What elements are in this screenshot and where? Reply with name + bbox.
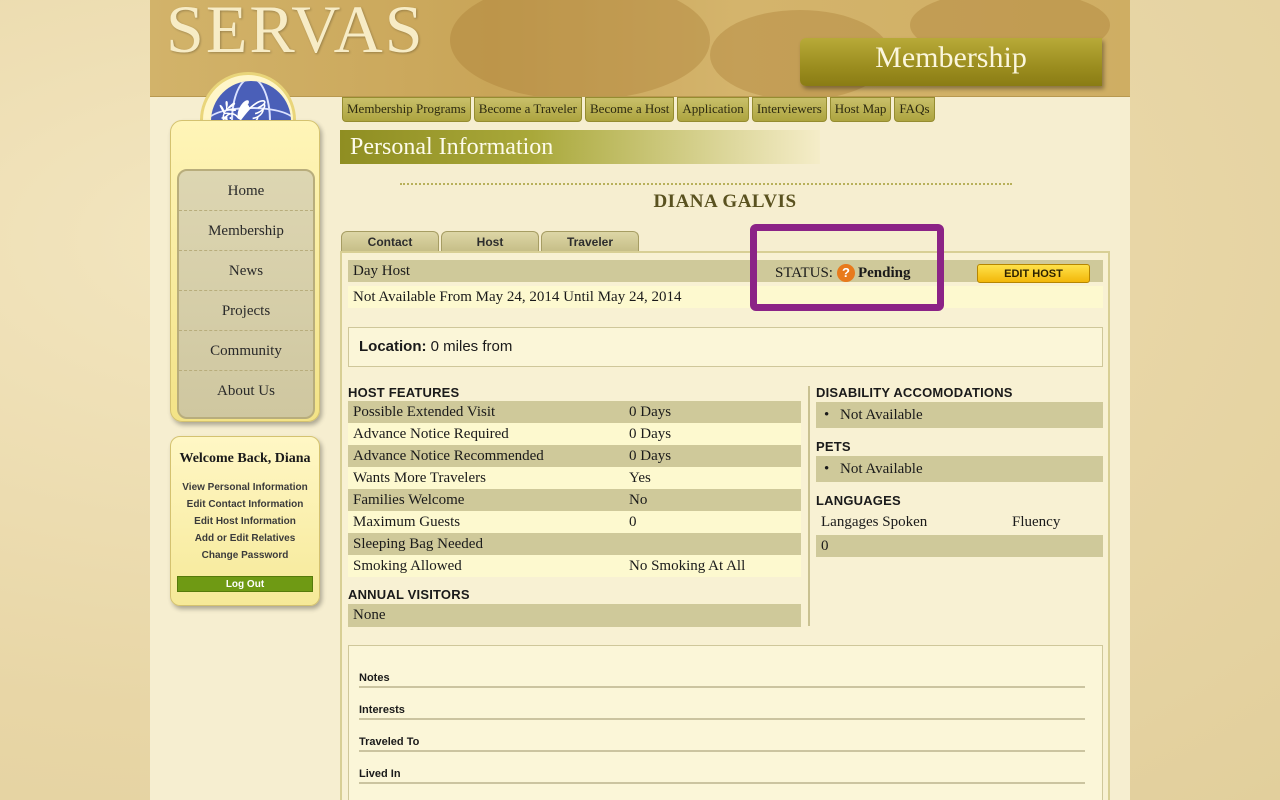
side-nav: Home Membership News Projects Community … bbox=[170, 120, 320, 422]
feature-row: Advance Notice Required 0 Days bbox=[348, 423, 801, 445]
feature-row: Advance Notice Recommended 0 Days bbox=[348, 445, 801, 467]
welcome-panel: Welcome Back, Diana View Personal Inform… bbox=[170, 436, 320, 606]
languages-heading: LANGUAGES bbox=[816, 493, 901, 508]
location-label: Location: bbox=[359, 338, 427, 355]
availability-row: Not Available From May 24, 2014 Until Ma… bbox=[348, 286, 1103, 308]
location-value: 0 miles from bbox=[430, 338, 513, 355]
side-nav-list: Home Membership News Projects Community … bbox=[177, 169, 315, 419]
pets-heading: PETS bbox=[816, 439, 851, 454]
edit-host-button[interactable]: EDIT HOST bbox=[977, 264, 1090, 283]
feature-row: Maximum Guests 0 bbox=[348, 511, 801, 533]
interests-heading: Interests bbox=[359, 704, 1085, 720]
feature-row: Sleeping Bag Needed bbox=[348, 533, 801, 555]
side-nav-home[interactable]: Home bbox=[179, 171, 313, 211]
view-personal-info-link[interactable]: View Personal Information bbox=[171, 479, 319, 496]
host-features-heading: HOST FEATURES bbox=[348, 385, 460, 400]
feature-row: Families Welcome No bbox=[348, 489, 801, 511]
page-title: Personal Information bbox=[340, 130, 820, 164]
feature-row: Wants More Travelers Yes bbox=[348, 467, 801, 489]
tab-contact[interactable]: Contact bbox=[341, 231, 439, 252]
languages-spoken-header: Langages Spoken bbox=[821, 514, 928, 530]
page: SERVAS Membership 🕊 Home Membership News… bbox=[150, 0, 1130, 800]
notes-box: Notes Interests Traveled To Lived In bbox=[348, 645, 1103, 800]
tab-host[interactable]: Host bbox=[441, 231, 539, 252]
logout-button[interactable]: Log Out bbox=[177, 576, 313, 592]
annual-visitors-heading: ANNUAL VISITORS bbox=[348, 587, 470, 602]
profile-tabs: Contact Host Traveler bbox=[341, 231, 639, 252]
top-nav-become-host[interactable]: Become a Host bbox=[585, 97, 675, 122]
feature-row: Possible Extended Visit 0 Days bbox=[348, 401, 801, 423]
top-nav-faqs[interactable]: FAQs bbox=[894, 97, 935, 122]
lived-in-heading: Lived In bbox=[359, 768, 1085, 784]
top-nav-membership-programs[interactable]: Membership Programs bbox=[342, 97, 471, 122]
notes-heading: Notes bbox=[359, 672, 1085, 688]
column-divider bbox=[808, 386, 810, 626]
traveled-to-heading: Traveled To bbox=[359, 736, 1085, 752]
change-password-link[interactable]: Change Password bbox=[171, 547, 319, 564]
availability-text: Not Available From May 24, 2014 Until Ma… bbox=[353, 289, 682, 305]
host-type: Day Host bbox=[353, 263, 411, 279]
side-nav-community[interactable]: Community bbox=[179, 331, 313, 371]
feature-row: Smoking Allowed No Smoking At All bbox=[348, 555, 801, 577]
edit-contact-info-link[interactable]: Edit Contact Information bbox=[171, 496, 319, 513]
languages-header-row: Langages Spoken Fluency bbox=[816, 511, 1103, 533]
fluency-header: Fluency bbox=[1012, 514, 1061, 530]
top-nav-become-traveler[interactable]: Become a Traveler bbox=[473, 97, 582, 122]
annual-visitors-row: None bbox=[348, 604, 801, 627]
disability-item: Not Available bbox=[816, 402, 1103, 428]
person-name: DIANA GALVIS bbox=[653, 191, 797, 212]
welcome-title: Welcome Back, Diana bbox=[179, 451, 311, 466]
side-nav-projects[interactable]: Projects bbox=[179, 291, 313, 331]
side-nav-membership[interactable]: Membership bbox=[179, 211, 313, 251]
top-nav-host-map[interactable]: Host Map bbox=[829, 97, 892, 122]
side-nav-about-us[interactable]: About Us bbox=[179, 371, 313, 411]
top-nav: Membership Programs Become a Traveler Be… bbox=[342, 97, 935, 122]
add-edit-relatives-link[interactable]: Add or Edit Relatives bbox=[171, 530, 319, 547]
title-divider bbox=[400, 183, 1012, 187]
languages-row: 0 bbox=[816, 535, 1103, 557]
disability-heading: DISABILITY ACCOMODATIONS bbox=[816, 385, 1013, 400]
header-banner: SERVAS Membership bbox=[150, 0, 1130, 97]
top-nav-application[interactable]: Application bbox=[677, 97, 749, 122]
location-box: Location: 0 miles from bbox=[348, 327, 1103, 367]
status-highlight-box bbox=[750, 224, 944, 311]
pets-item: Not Available bbox=[816, 456, 1103, 482]
top-nav-interviewers[interactable]: Interviewers bbox=[751, 97, 827, 122]
side-nav-news[interactable]: News bbox=[179, 251, 313, 291]
servas-logo[interactable]: SERVAS bbox=[166, 0, 425, 69]
section-banner: Membership bbox=[800, 38, 1102, 86]
tab-traveler[interactable]: Traveler bbox=[541, 231, 639, 252]
edit-host-info-link[interactable]: Edit Host Information bbox=[171, 513, 319, 530]
